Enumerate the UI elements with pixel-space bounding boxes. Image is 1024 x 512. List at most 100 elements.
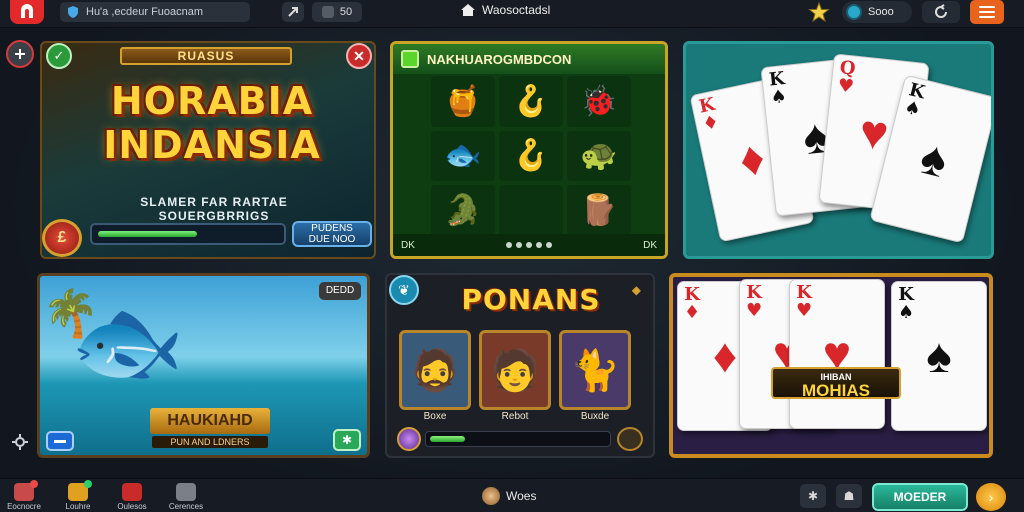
gear-icon: [12, 434, 28, 450]
orb-icon: [397, 427, 421, 451]
refresh-icon: [935, 4, 947, 18]
menu-icon-bar: [979, 16, 995, 18]
nav-icon: [122, 483, 142, 501]
reel-symbol: 🐊: [431, 185, 495, 236]
game-card-fishing[interactable]: 🌴 🐟 DEDD HAUKIAHD PUN AND LDNERS ✱: [37, 273, 370, 458]
page-title: Waosoctadsl: [460, 3, 550, 17]
game-title: HAUKIAHD: [150, 408, 270, 434]
progress-bar: [425, 431, 611, 447]
game-title-line1: HORABIA: [110, 79, 314, 123]
dot: [526, 242, 532, 248]
notification-dot: [84, 480, 92, 488]
gear-icon: ✱: [807, 489, 819, 503]
slots-right-tag: DK: [643, 239, 657, 251]
search-box[interactable]: [60, 2, 250, 22]
home-icon: [461, 4, 475, 16]
reel-symbol: 🐞: [567, 76, 631, 127]
avatar: [482, 487, 500, 505]
game-card-ponans[interactable]: ❦ PONANS ◆ 🧔 Boxe 🧑 Rebot 🐈 Buxde: [385, 273, 655, 458]
game-card-mohias[interactable]: IHIBAN MOHIAS K ♦ ♦ K ♥ ♥ K ♥ ♥ K ♠ ♠: [669, 273, 993, 458]
game-subtitle: SLAMER FAR RARTAE SOUERGBRRIGS: [140, 195, 288, 223]
nav-icon: [176, 483, 196, 501]
nav-label: Cerences: [168, 502, 204, 511]
hero-label: Rebot: [501, 411, 529, 422]
card-center-suit: ♠: [926, 329, 952, 383]
dot: [506, 242, 512, 248]
float-settings-button[interactable]: [6, 428, 34, 456]
menu-icon-bar: [979, 11, 995, 13]
clover-icon[interactable]: ❦: [389, 275, 419, 305]
slots-left-tag: DK: [401, 239, 415, 251]
hero-portrait[interactable]: 🧑: [479, 330, 551, 410]
minus-button[interactable]: [46, 431, 74, 451]
float-add-button[interactable]: [6, 40, 34, 68]
chevron-right-icon[interactable]: ›: [976, 483, 1006, 511]
refresh-button[interactable]: [922, 1, 960, 23]
progress-fill: [430, 436, 466, 442]
gear-icon[interactable]: ✱: [333, 429, 361, 451]
page-title-text: Waosoctadsl: [482, 3, 551, 17]
nav-label: Louhre: [65, 502, 91, 511]
game-card-poker[interactable]: K ♦ ♦ K ♠ ♠ Q ♥ ♥ K ♠ ♠: [683, 41, 994, 259]
reel-symbol: 🪵: [567, 185, 631, 236]
game-card-horabia[interactable]: ✓ RUASUS ✕ HORABIA INDANSIA SLAMER FAR R…: [40, 41, 376, 259]
game-subtitle: PUN AND LDNERS: [152, 436, 268, 448]
menu-button[interactable]: [970, 0, 1004, 24]
coin-icon: [617, 427, 643, 451]
search-input[interactable]: [86, 6, 236, 18]
bottom-nav-item[interactable]: Cerences: [164, 483, 208, 511]
game-title-box: IHIBAN MOHIAS: [771, 367, 901, 399]
coin-balance[interactable]: Sooo: [842, 1, 912, 23]
star-icon[interactable]: [808, 2, 830, 22]
close-icon[interactable]: ✕: [346, 43, 372, 69]
flag-icon: ◆: [631, 283, 641, 297]
hero-portrait[interactable]: 🧔: [399, 330, 471, 410]
hero-label: Boxe: [423, 411, 447, 422]
slot-reels: 🍯 🪝 🐞 🐟 🪝 🐢 🐊 🪵: [431, 76, 631, 236]
slots-title: NAKHUAROGMBDCON: [427, 51, 572, 67]
play-button-line1: PUDENS: [311, 223, 353, 234]
play-button[interactable]: PUDENS DUE NOO: [292, 221, 372, 247]
settings-button[interactable]: ✱: [800, 484, 826, 508]
progress-fill: [98, 231, 197, 237]
bottom-bar: Eocnocre Louhre Oulesos Cerences Woes ✱ ☗ M…: [0, 478, 1024, 512]
bottom-nav-item[interactable]: Oulesos: [110, 483, 154, 511]
card-badge: DEDD: [319, 282, 361, 300]
dot: [546, 242, 552, 248]
top-bar: 50 Waosoctadsl Sooo: [0, 0, 1024, 28]
nav-label: Eocnocre: [7, 502, 41, 511]
menu-icon-bar: [979, 6, 995, 8]
counter-button[interactable]: 50: [312, 2, 362, 22]
arrow-icon: [288, 7, 298, 17]
counter-value: 50: [339, 6, 353, 18]
slots-logo-icon: [401, 50, 419, 68]
game-card-slots[interactable]: NAKHUAROGMBDCON 🍯 🪝 🐞 🐟 🪝 🐢 🐊 🪵 DK DK: [390, 41, 668, 259]
hero-label: Buxde: [580, 411, 610, 422]
reel-symbol: 🪝: [499, 76, 563, 127]
profile-button[interactable]: ☗: [836, 484, 862, 508]
game-title: MOHIAS: [802, 381, 870, 400]
nav-label: Oulesos: [117, 502, 147, 511]
reel-symbol: 🐟: [431, 130, 495, 182]
page-dots[interactable]: [506, 242, 552, 248]
coin-value: Sooo: [868, 6, 894, 18]
user-profile[interactable]: Woes: [482, 487, 536, 505]
game-title: PONANS: [461, 283, 601, 316]
profile-icon: ☗: [843, 489, 855, 503]
arrow-button[interactable]: [282, 2, 304, 22]
bottom-nav-item[interactable]: Louhre: [56, 480, 100, 511]
cta-button[interactable]: MOEDER: [872, 483, 968, 511]
app-root: 50 Waosoctadsl Sooo ✓ RUASUS ✕ HORABIA I…: [0, 0, 1024, 512]
reel-symbol: 🐢: [567, 130, 631, 182]
card-banner: RUASUS: [120, 47, 292, 65]
app-logo-icon[interactable]: [10, 0, 44, 24]
plus-icon: [15, 49, 25, 59]
hero-portrait[interactable]: 🐈: [559, 330, 631, 410]
progress-bar: [90, 223, 286, 245]
bottom-nav-item[interactable]: Eocnocre: [2, 480, 46, 511]
playing-card: K ♥ ♥: [789, 279, 885, 429]
reel-symbol: 🪝: [499, 130, 563, 182]
chip-icon: £: [42, 219, 82, 257]
notification-dot: [30, 480, 38, 488]
check-icon[interactable]: ✓: [46, 43, 72, 69]
